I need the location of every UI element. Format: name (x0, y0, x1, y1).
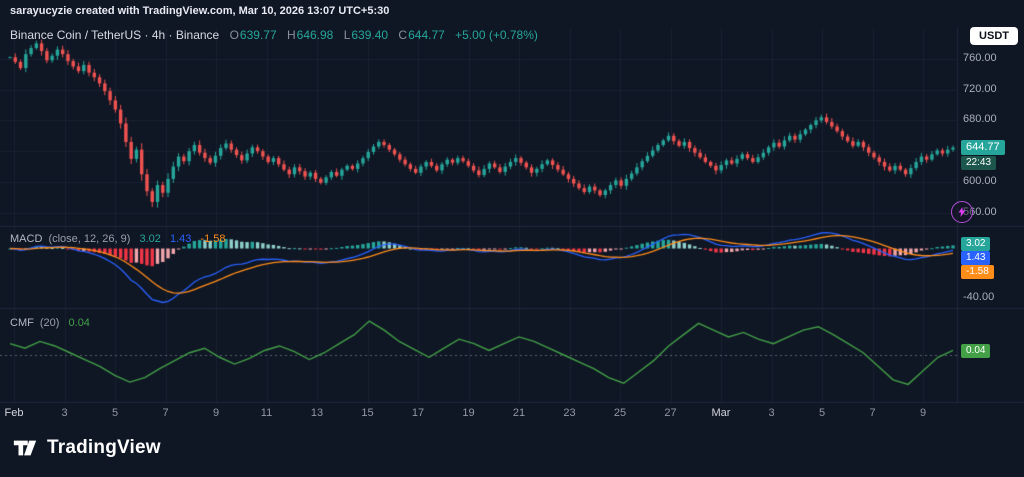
macd-signal-value: -1.58 (200, 233, 225, 245)
cmf-header[interactable]: CMF (20) 0.04 (10, 317, 90, 329)
time-axis-label: 15 (361, 407, 373, 419)
macd-signal-badge: -1.58 (961, 265, 994, 279)
change-value: +5.00 (+0.78%) (455, 28, 538, 42)
cmf-title[interactable]: CMF (10, 317, 34, 329)
flash-icon[interactable] (951, 201, 973, 223)
time-axis-label: 25 (614, 407, 626, 419)
time-axis-label: 3 (768, 407, 774, 419)
currency-toggle-button[interactable]: USDT (970, 27, 1018, 45)
attribution-text: sarayucyzie created with TradingView.com… (10, 5, 389, 17)
cmf-badge: 0.04 (961, 344, 990, 358)
close-label: C (398, 28, 407, 42)
time-axis-label: Mar (712, 407, 731, 419)
tradingview-logo[interactable]: TradingView (12, 435, 161, 461)
macd-header[interactable]: MACD (close, 12, 26, 9) 3.02 1.43 -1.58 (10, 233, 226, 245)
tradingview-logo-text: TradingView (47, 437, 161, 459)
time-axis-label: 17 (412, 407, 424, 419)
tradingview-chart-page: sarayucyzie created with TradingView.com… (0, 0, 1024, 477)
macd-hist-value: 3.02 (139, 233, 160, 245)
low-value: 639.40 (351, 28, 388, 42)
lightning-bolt-icon (956, 206, 968, 218)
price-axis-label: 720.00 (963, 83, 997, 95)
time-axis[interactable]: Feb 3 5 7 9 11 13 15 17 19 21 23 25 27 Mar 3 5 7 9 (0, 407, 958, 423)
time-axis-label: 7 (869, 407, 875, 419)
time-axis-label: 5 (819, 407, 825, 419)
time-axis-label: 11 (261, 407, 272, 419)
macd-hist-badge: 3.02 (961, 237, 990, 251)
symbol-title[interactable]: Binance Coin / TetherUS · 4h · Binance (10, 28, 219, 42)
cmf-value: 0.04 (69, 317, 90, 329)
symbol-header[interactable]: Binance Coin / TetherUS · 4h · Binance O… (10, 28, 538, 42)
time-axis-label: 5 (112, 407, 118, 419)
macd-axis-label: -40.00 (963, 291, 994, 303)
time-axis-label: Feb (5, 407, 24, 419)
tradingview-logo-icon (12, 435, 38, 461)
open-value: 639.77 (240, 28, 277, 42)
high-value: 646.98 (297, 28, 334, 42)
price-axis-label: 680.00 (963, 113, 997, 125)
time-axis-label: 9 (920, 407, 926, 419)
low-label: L (344, 28, 351, 42)
price-axis-label: 760.00 (963, 52, 997, 64)
macd-title[interactable]: MACD (10, 233, 42, 245)
open-label: O (230, 28, 239, 42)
macd-line-value: 1.43 (170, 233, 191, 245)
time-axis-label: 23 (563, 407, 575, 419)
time-axis-label: 9 (213, 407, 219, 419)
macd-line-badge: 1.43 (961, 251, 990, 265)
time-axis-label: 3 (61, 407, 67, 419)
cmf-params: (20) (40, 317, 60, 329)
high-label: H (287, 28, 296, 42)
time-axis-label: 13 (311, 407, 323, 419)
last-price-badge: 644.77 (961, 140, 1005, 155)
time-axis-label: 27 (664, 407, 676, 419)
time-axis-label: 7 (162, 407, 168, 419)
close-value: 644.77 (408, 28, 445, 42)
time-axis-label: 21 (513, 407, 525, 419)
price-axis-label: 600.00 (963, 175, 997, 187)
macd-params: (close, 12, 26, 9) (48, 233, 130, 245)
time-axis-label: 19 (462, 407, 474, 419)
countdown-badge: 22:43 (961, 156, 996, 170)
